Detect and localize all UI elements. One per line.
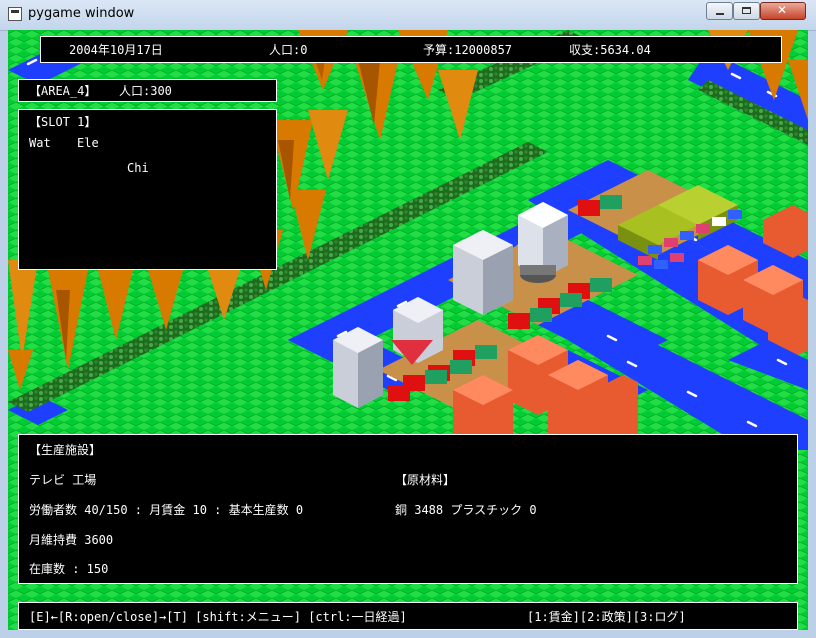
area-panel: 【AREA_4】 人口:300 [18, 79, 277, 102]
materials-heading: 【原材料】 [395, 473, 456, 487]
facility-stock: 在庫数 : 150 [29, 562, 109, 576]
slot-item-chi: Chi [127, 161, 149, 175]
game-canvas[interactable]: 2004年10月17日 人口:0 予算:12000857 収支:5634.04 … [8, 30, 808, 630]
area-label: 【AREA_4】 [29, 84, 97, 98]
facility-panel: 【生産施設】 テレビ 工場 【原材料】 労働者数 40/150 : 月賃金 10… [18, 434, 798, 584]
facility-upkeep: 月維持費 3600 [29, 533, 114, 547]
close-button[interactable] [760, 2, 806, 20]
population-display: 人口:0 [269, 43, 308, 57]
game-window: pygame window ✕ 2004年10月17日 人口:0 予算:1200… [0, 0, 816, 638]
status-bar: 2004年10月17日 人口:0 予算:12000857 収支:5634.04 [40, 36, 782, 63]
area-population: 人口:300 [119, 84, 172, 98]
maximize-button[interactable] [733, 2, 760, 20]
slot-title: 【SLOT 1】 [29, 115, 97, 129]
slot-panel: 【SLOT 1】 Wat Ele Chi [18, 109, 277, 270]
title-bar[interactable]: pygame window [0, 0, 816, 31]
app-icon [8, 7, 22, 21]
key-help-right: [1:賃金][2:政策][3:ログ] [527, 610, 686, 624]
key-help-left: [E]←[R:open/close]→[T] [shift:メニュー] [ctr… [29, 610, 407, 624]
facility-workers: 労働者数 40/150 : 月賃金 10 : 基本生産数 0 [29, 503, 304, 517]
slot-item-wat: Wat [29, 136, 51, 150]
key-help-bar: [E]←[R:open/close]→[T] [shift:メニュー] [ctr… [18, 602, 798, 630]
slot-item-ele: Ele [77, 136, 99, 150]
date-display: 2004年10月17日 [69, 43, 163, 57]
window-title: pygame window [28, 6, 135, 21]
minimize-button[interactable] [706, 2, 733, 20]
balance-display: 収支:5634.04 [569, 43, 651, 57]
materials-list: 銅 3488 プラスチック 0 [395, 503, 537, 517]
facility-name: テレビ 工場 [29, 473, 97, 487]
facility-heading: 【生産施設】 [29, 443, 102, 457]
budget-display: 予算:12000857 [423, 43, 513, 57]
